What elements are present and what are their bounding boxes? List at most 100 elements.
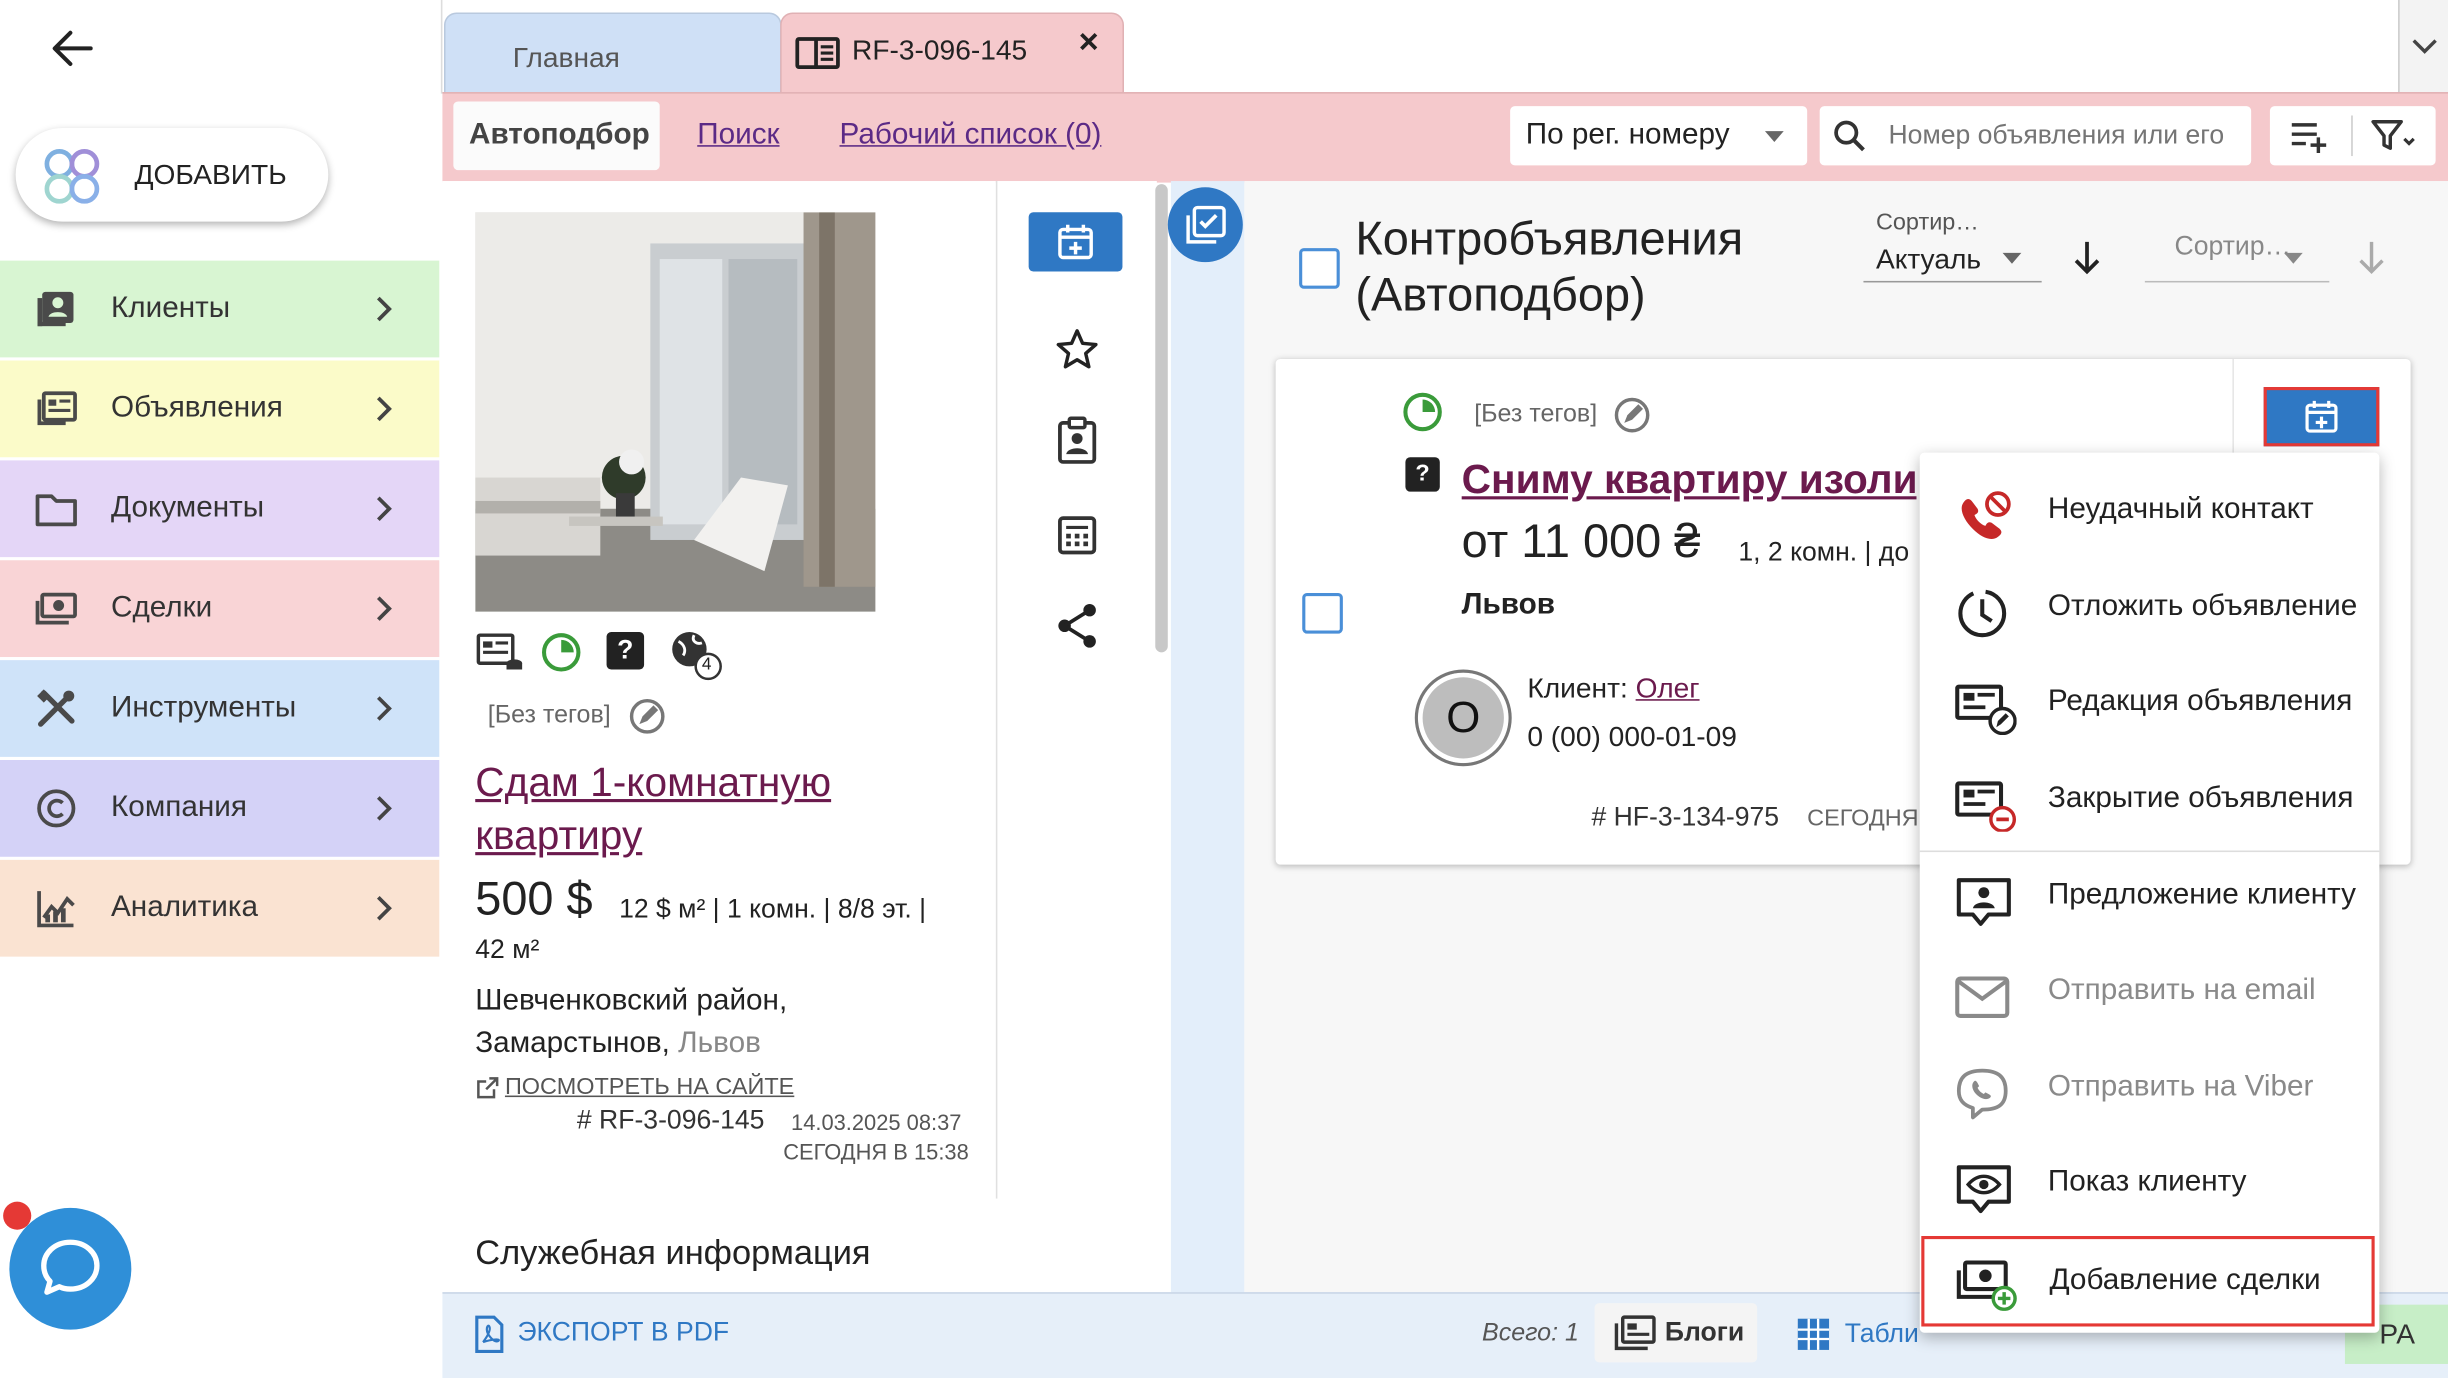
add-button[interactable]: ДОБАВИТЬ [15, 127, 329, 222]
sort-select-1-label: Сортир… [1875, 209, 1979, 236]
view-on-site-link[interactable]: ПОСМОТРЕТЬ НА САЙТЕ [505, 1074, 794, 1101]
listing-close-icon [1954, 779, 2017, 832]
sidebar-item-documents[interactable]: Документы [0, 460, 440, 558]
chevron-right-icon [369, 290, 400, 327]
sidebar-item-tools[interactable]: Инструменты [0, 660, 440, 757]
search-type-select[interactable]: По рег. номеру [1510, 106, 1808, 166]
menu-item-add-deal[interactable]: Добавление сделки [1921, 1235, 2375, 1327]
menu-item-edit-listing[interactable]: Редакция объявления [1920, 657, 2380, 752]
listing-photo[interactable] [475, 212, 876, 612]
menu-item-label: Отложить объявление [2047, 589, 2358, 623]
search-input[interactable] [1885, 112, 2252, 160]
sort-select-2[interactable]: Сортир… [2144, 218, 2330, 283]
add-filter-icon[interactable] [2289, 119, 2330, 153]
worklist-link[interactable]: Рабочий список (0) [839, 119, 1101, 153]
money-icon [34, 587, 78, 631]
star-icon[interactable] [1054, 326, 1101, 373]
divider [2351, 115, 2353, 157]
menu-item-close-listing[interactable]: Закрытие объявления [1920, 754, 2380, 849]
export-pdf-label: ЭКСПОРТ В PDF [517, 1317, 730, 1347]
sidebar-item-company[interactable]: Компания [0, 760, 440, 857]
calendar-check-icon [1183, 203, 1227, 247]
share-icon[interactable] [1055, 602, 1099, 649]
table-label: Табли [1844, 1318, 1919, 1349]
menu-item-show-client[interactable]: Показ клиенту [1920, 1138, 2380, 1233]
status-pie-icon [539, 630, 583, 674]
blogs-view-button[interactable]: Блоги [1594, 1303, 1758, 1363]
chat-bubble-icon [34, 1233, 106, 1305]
tab-label: Главная [512, 42, 620, 74]
search-icon [1832, 119, 1866, 153]
chevron-right-icon [369, 590, 400, 627]
select-all-checkbox[interactable] [1299, 248, 1340, 289]
sort-select-1[interactable]: Сортир… Актуаль [1863, 209, 2042, 283]
export-pdf-button[interactable]: ЭКСПОРТ В PDF [469, 1311, 750, 1358]
analytics-icon [34, 886, 78, 930]
listing-edit-icon [1954, 682, 2017, 736]
listing-date-created: 14.03.2025 08:37 [791, 1109, 962, 1135]
card-title-link[interactable]: Сниму квартиру изолиро [1462, 456, 1968, 504]
phone-cancel-icon [1954, 490, 2017, 543]
listing-panel: ? 4 [Без тегов] Сдам 1-комнатную квартир… [442, 181, 996, 1293]
add-to-calendar-button[interactable] [1028, 212, 1123, 272]
tab-close-icon[interactable]: × [1079, 22, 1099, 63]
card-checkbox[interactable] [1302, 593, 1343, 634]
card-calendar-button[interactable] [2263, 387, 2380, 447]
search-box[interactable] [1819, 106, 2252, 166]
add-button-label: ДОБАВИТЬ [134, 159, 287, 191]
calculator-icon[interactable] [1057, 515, 1098, 556]
filter-buttons [2269, 106, 2436, 166]
clipboard-user-icon[interactable] [1054, 415, 1101, 465]
globe-icon: 4 [669, 629, 722, 682]
email-icon [1954, 971, 2017, 1024]
card-tags: [Без тегов] [1474, 401, 1598, 428]
avatar: О [1414, 669, 1512, 767]
back-arrow-icon[interactable] [47, 25, 97, 72]
client-label: Клиент: [1527, 672, 1628, 704]
tab-home[interactable]: Главная [443, 12, 782, 94]
service-info-heading: Служебная информация [475, 1232, 871, 1272]
sidebar-item-deals[interactable]: Сделки [0, 560, 440, 658]
menu-item-postpone[interactable]: Отложить объявление [1920, 562, 2380, 657]
chevron-down-icon [2409, 34, 2440, 59]
sidebar-item-analytics[interactable]: Аналитика [0, 859, 440, 957]
edit-tags-icon[interactable] [627, 696, 668, 737]
chat-button[interactable] [9, 1207, 132, 1330]
sidebar-item-listings[interactable]: Объявления [0, 360, 440, 458]
sort-direction-1-icon[interactable] [2070, 237, 2104, 278]
chevron-right-icon [369, 690, 400, 727]
autopodbor-button[interactable]: Автоподбор [453, 101, 660, 171]
search-link[interactable]: Поиск [697, 119, 779, 153]
tabs-dropdown-button[interactable] [2398, 0, 2448, 94]
app-root: ДОБАВИТЬ Клиенты Объявления Документы Сд… [0, 0, 2448, 1378]
sidebar: ДОБАВИТЬ Клиенты Объявления Документы Сд… [0, 0, 441, 1378]
menu-item-label: Закрытие объявления [2047, 781, 2354, 815]
menu-item-send-viber[interactable]: Отправить на Viber [1920, 1042, 2380, 1137]
listing-title-link[interactable]: Сдам 1-комнатную квартиру [475, 755, 928, 861]
menu-item-offer-client[interactable]: Предложение клиенту [1920, 851, 2380, 946]
blogs-icon [1613, 1314, 1657, 1351]
dropdown-arrow-icon [2001, 250, 2023, 266]
listing-doc-icon [475, 630, 525, 674]
sort-direction-2-icon[interactable] [2354, 237, 2388, 278]
sidebar-item-label: Объявления [110, 391, 283, 425]
edit-tags-icon[interactable] [1612, 395, 1653, 436]
table-view-button[interactable]: Табли [1792, 1308, 1923, 1361]
card-details: 1, 2 комн. | до [1738, 536, 1910, 567]
tools-icon [34, 687, 78, 731]
filter-icon[interactable] [2370, 119, 2417, 153]
sidebar-item-label: Клиенты [110, 291, 231, 325]
notification-dot [3, 1201, 32, 1230]
sidebar-item-clients[interactable]: Клиенты [0, 260, 440, 358]
tab-listing[interactable]: RF-3-096-145 × [780, 12, 1125, 96]
viber-icon [1954, 1067, 2017, 1120]
menu-item-send-email[interactable]: Отправить на email [1920, 946, 2380, 1041]
book-icon [794, 34, 841, 71]
card-price: от 11 000 ₴ [1461, 516, 1701, 569]
scrollbar-thumb[interactable] [1155, 184, 1168, 653]
calendar-check-button[interactable] [1167, 187, 1243, 263]
globe-count: 4 [701, 655, 712, 675]
client-name-link[interactable]: Олег [1636, 673, 1700, 704]
menu-item-failed-contact[interactable]: Неудачный контакт [1920, 465, 2380, 560]
listing-address: Шевченковский район, Замарстынов, Львов [475, 980, 944, 1064]
